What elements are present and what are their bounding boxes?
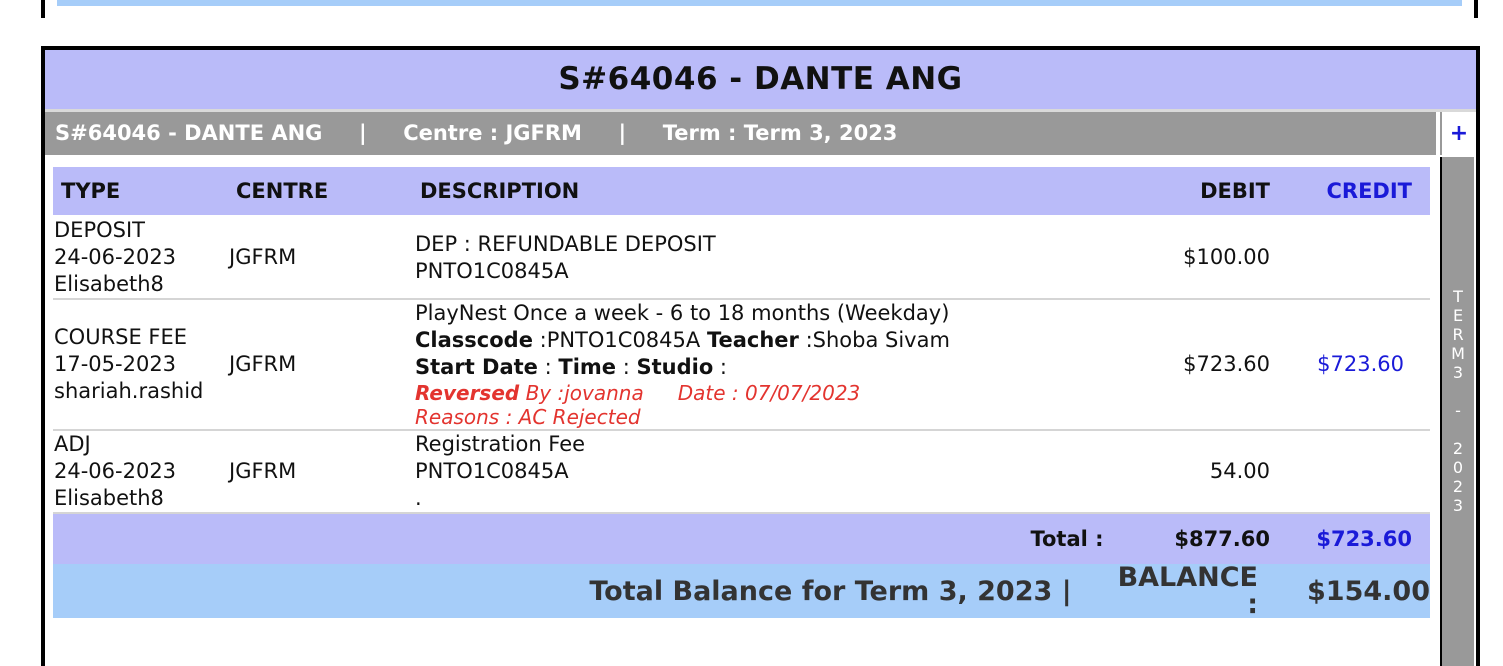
row-credit-cell: $723.60 (1284, 299, 1430, 431)
table-row: ADJ 24-06-2023 Elisabeth8 JGFRM Registra… (53, 430, 1430, 514)
previous-panel-frame (41, 0, 1478, 18)
expand-button[interactable]: + (1440, 112, 1476, 155)
balance-term-label: Total Balance for Term 3, 2023 | (53, 564, 1118, 618)
student-ledger-panel: S#64046 - DANTE ANG S#64046 - DANTE ANG … (41, 46, 1480, 666)
reversal-note: Reversed By :jovanna Date : 07/07/2023 (415, 381, 861, 405)
table-header-row: TYPE CENTRE DESCRIPTION DEBIT CREDIT (53, 167, 1430, 217)
row-credit-cell (1284, 216, 1430, 300)
row-centre-cell: JGFRM (228, 430, 412, 514)
total-credit: $723.60 (1284, 513, 1430, 564)
balance-row: Total Balance for Term 3, 2023 | BALANCE… (53, 564, 1430, 618)
reversal-reason: Reasons : AC Rejected (415, 405, 641, 429)
row-debit-cell: 54.00 (1117, 430, 1284, 514)
row-centre-cell: JGFRM (228, 299, 412, 431)
classcode-teacher-line: Classcode :PNTO1C0845A Teacher :Shoba Si… (415, 328, 950, 352)
previous-panel-balance-strip (57, 0, 1462, 6)
schedule-line: Start Date : Time : Studio : (415, 355, 728, 379)
term-side-label: T E R M 3 - 2 0 2 3 (1451, 287, 1465, 515)
row-type-cell: DEPOSIT 24-06-2023 Elisabeth8 (53, 216, 228, 300)
row-debit-cell: $723.60 (1117, 299, 1284, 431)
row-description-cell: DEP : REFUNDABLE DEPOSIT PNTO1C0845A (412, 216, 1118, 300)
balance-value: $154.00 (1284, 564, 1430, 618)
row-debit-cell: $100.00 (1117, 216, 1284, 300)
totals-row: Total : $877.60 $723.60 (53, 513, 1430, 564)
row-type-cell: ADJ 24-06-2023 Elisabeth8 (53, 430, 228, 514)
term-side-tab[interactable]: T E R M 3 - 2 0 2 3 (1440, 157, 1474, 666)
row-credit-cell (1284, 430, 1430, 514)
transactions-table: TYPE CENTRE DESCRIPTION DEBIT CREDIT DEP… (53, 167, 1430, 618)
table-row: COURSE FEE 17-05-2023 shariah.rashid JGF… (53, 299, 1430, 431)
table-row: DEPOSIT 24-06-2023 Elisabeth8 JGFRM DEP … (53, 216, 1430, 300)
row-description-cell: Registration Fee PNTO1C0845A . (412, 430, 1118, 514)
student-info-bar: S#64046 - DANTE ANG | Centre : JGFRM | T… (45, 112, 1436, 155)
row-description-cell: PlayNest Once a week - 6 to 18 months (W… (412, 299, 1118, 431)
column-header-centre: CENTRE (228, 167, 412, 217)
column-header-debit: DEBIT (1117, 167, 1284, 217)
student-title: S#64046 - DANTE ANG (45, 50, 1476, 112)
total-debit: $877.60 (1117, 513, 1284, 564)
totals-label: Total : (53, 513, 1118, 564)
row-centre-cell: JGFRM (228, 216, 412, 300)
column-header-credit: CREDIT (1284, 167, 1430, 217)
balance-label: BALANCE : (1117, 564, 1284, 618)
row-type-cell: COURSE FEE 17-05-2023 shariah.rashid (53, 299, 228, 431)
column-header-type: TYPE (53, 167, 228, 217)
column-header-description: DESCRIPTION (412, 167, 1118, 217)
